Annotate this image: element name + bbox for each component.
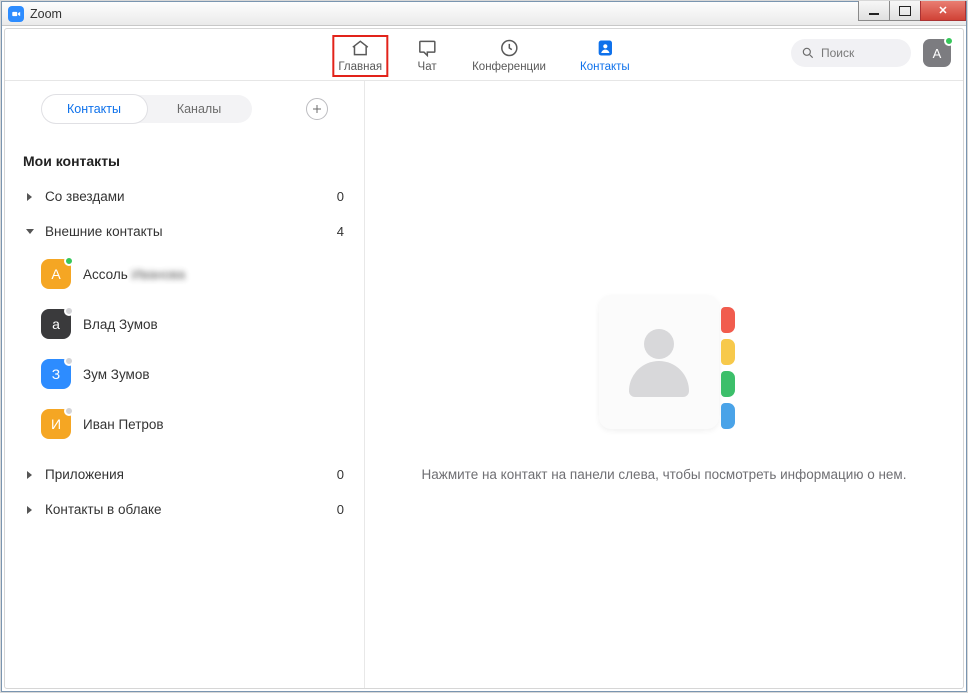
contacts-icon [594,37,616,59]
chevron-down-icon [23,228,37,236]
contact-avatar: И [41,409,71,439]
chevron-right-icon [23,470,37,480]
chevron-right-icon [23,192,37,202]
add-button[interactable] [306,98,328,120]
contact-avatar-initial: З [52,366,60,382]
user-avatar-initial: A [933,46,942,61]
empty-state-illustration [589,287,739,437]
contact-name: Зум Зумов [83,367,150,382]
app-body: Главная Чат Конференции [4,28,964,689]
external-contacts-list: A Ассоль Иванова a Влад Зумов [5,249,364,449]
home-icon [349,37,371,59]
nav-chat-label: Чат [418,61,437,73]
contact-avatar: З [41,359,71,389]
contact-avatar-initial: A [51,266,60,282]
search-placeholder: Поиск [821,46,854,60]
chat-icon [416,37,438,59]
search-icon [801,46,815,60]
group-external-label: Внешние контакты [45,224,337,239]
group-cloud-label: Контакты в облаке [45,502,337,517]
content: Контакты Каналы Мои контакты Со звездами… [5,81,963,688]
group-apps-label: Приложения [45,467,337,482]
nav-home[interactable]: Главная [332,35,388,77]
group-external-count: 4 [337,224,346,239]
status-dot-offline [64,356,74,366]
nav-contacts-label: Контакты [580,61,630,73]
plus-icon [311,103,323,115]
search-input[interactable]: Поиск [791,39,911,67]
group-cloud[interactable]: Контакты в облаке 0 [5,492,364,527]
contact-avatar: a [41,309,71,339]
seg-contacts[interactable]: Контакты [42,95,147,123]
group-starred-count: 0 [337,189,346,204]
group-apps[interactable]: Приложения 0 [5,457,364,492]
nav-contacts[interactable]: Контакты [574,35,636,77]
group-external[interactable]: Внешние контакты 4 [5,214,364,249]
clock-icon [498,37,520,59]
nav-home-label: Главная [338,61,382,73]
group-starred-label: Со звездами [45,189,337,204]
status-dot-offline [64,306,74,316]
contact-name: Иван Петров [83,417,164,432]
app-icon [8,6,24,22]
status-dot-online [64,256,74,266]
contact-avatar-initial: a [52,316,60,332]
titlebar: Zoom [2,2,966,26]
empty-state-text: Нажмите на контакт на панели слева, чтоб… [392,467,937,482]
group-cloud-count: 0 [337,502,346,517]
maximize-button[interactable] [889,1,921,21]
contact-item[interactable]: A Ассоль Иванова [41,249,364,299]
app-window: Zoom Главная Чат [1,1,967,692]
window-title: Zoom [30,7,62,21]
section-title-my-contacts: Мои контакты [5,123,364,179]
chevron-right-icon [23,505,37,515]
sidebar: Контакты Каналы Мои контакты Со звездами… [5,81,365,688]
contact-name: Ассоль Иванова [83,267,185,282]
top-nav: Главная Чат Конференции [5,29,963,81]
contact-avatar-initial: И [51,416,61,432]
main-panel: Нажмите на контакт на панели слева, чтоб… [365,81,963,688]
contact-item[interactable]: И Иван Петров [41,399,364,449]
nav-meetings-label: Конференции [472,61,546,73]
close-button[interactable] [920,1,966,21]
contact-item[interactable]: З Зум Зумов [41,349,364,399]
segmented-control: Контакты Каналы [42,95,252,123]
minimize-button[interactable] [858,1,890,21]
contact-avatar: A [41,259,71,289]
window-controls [859,1,966,21]
status-dot-offline [64,406,74,416]
group-starred[interactable]: Со звездами 0 [5,179,364,214]
status-dot-online [944,36,954,46]
group-apps-count: 0 [337,467,346,482]
contact-name: Влад Зумов [83,317,158,332]
nav-chat[interactable]: Чат [410,35,444,77]
nav-meetings[interactable]: Конференции [466,35,552,77]
contact-item[interactable]: a Влад Зумов [41,299,364,349]
user-avatar[interactable]: A [923,39,951,67]
seg-channels[interactable]: Каналы [147,95,252,123]
